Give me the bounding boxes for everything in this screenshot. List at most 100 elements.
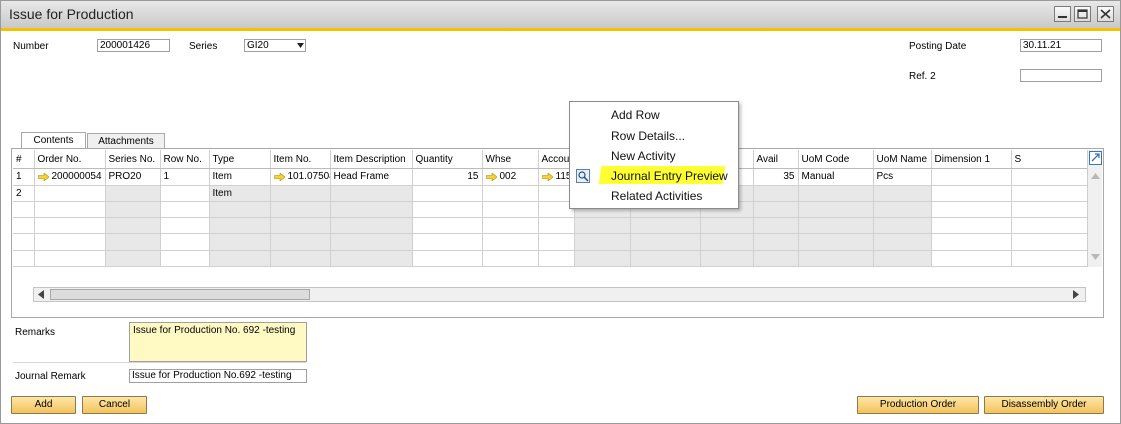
expand-icon[interactable] — [1089, 151, 1102, 165]
ref2-label: Ref. 2 — [909, 71, 936, 82]
vertical-scrollbar[interactable] — [1087, 150, 1102, 267]
link-arrow-icon[interactable] — [541, 172, 553, 181]
col-header[interactable]: S — [1011, 150, 1088, 170]
divider — [13, 362, 306, 363]
uom-code-cell — [798, 185, 874, 202]
dimension1-cell[interactable] — [931, 185, 1012, 202]
scroll-up-icon[interactable] — [1091, 173, 1100, 179]
ref2-field[interactable] — [1020, 69, 1102, 82]
avail-cell — [753, 185, 799, 202]
col-header[interactable]: Type — [209, 150, 271, 170]
table-row[interactable]: 1 200000054 PRO20 1 Item 101.07504 Head … — [13, 168, 1088, 186]
link-arrow-icon[interactable] — [273, 172, 285, 181]
extra-cell[interactable] — [1011, 168, 1088, 186]
col-header[interactable]: Whse — [482, 150, 539, 170]
minimize-icon — [1058, 16, 1067, 18]
maximize-button[interactable] — [1074, 6, 1091, 22]
order-no-value: 200000054 — [51, 171, 102, 183]
whse-cell[interactable] — [482, 185, 539, 202]
item-no-cell[interactable] — [270, 185, 331, 202]
row-number[interactable]: 1 — [13, 168, 35, 186]
col-header[interactable]: Item No. — [270, 150, 331, 170]
number-label: Number — [13, 41, 49, 52]
order-no-cell[interactable] — [34, 185, 106, 202]
menu-item-related-activities[interactable]: Related Activities — [611, 187, 702, 205]
link-arrow-icon[interactable] — [37, 172, 49, 181]
window-title: Issue for Production — [9, 6, 134, 22]
posting-date-label: Posting Date — [909, 41, 967, 52]
series-value: GI20 — [247, 40, 269, 51]
issue-for-production-window: Issue for Production Number 200001426 Se… — [0, 0, 1121, 424]
tab-attachments-label: Attachments — [98, 136, 154, 147]
menu-item-add-row[interactable]: Add Row — [611, 106, 660, 124]
col-header[interactable]: Avail — [753, 150, 799, 170]
item-no-cell[interactable]: 101.07504 — [270, 168, 331, 186]
type-cell: Item — [209, 168, 271, 186]
table-row — [13, 250, 1088, 268]
production-order-button[interactable]: Production Order — [857, 396, 979, 414]
scroll-thumb[interactable] — [50, 289, 310, 300]
chevron-down-icon — [297, 43, 304, 48]
col-header[interactable]: Order No. — [34, 150, 106, 170]
title-bar[interactable]: Issue for Production — [1, 1, 1120, 31]
col-header[interactable]: # — [13, 150, 35, 170]
menu-item-new-activity[interactable]: New Activity — [611, 147, 676, 165]
col-header[interactable]: Quantity — [412, 150, 483, 170]
whse-value: 002 — [499, 171, 517, 183]
add-button[interactable]: Add — [11, 396, 76, 414]
remarks-field[interactable]: Issue for Production No. 692 -testing — [129, 322, 307, 362]
link-arrow-icon[interactable] — [485, 172, 497, 181]
scroll-left-icon[interactable] — [38, 290, 44, 299]
number-field[interactable]: 200001426 — [97, 39, 170, 52]
close-button[interactable] — [1097, 6, 1114, 22]
journal-preview-icon — [576, 169, 590, 183]
journal-remark-label: Journal Remark — [15, 371, 86, 382]
table-row — [13, 233, 1088, 251]
col-header[interactable]: Dimension 1 — [931, 150, 1012, 170]
type-cell: Item — [209, 185, 271, 202]
col-header[interactable]: Series No. — [105, 150, 161, 170]
col-header[interactable]: UoM Name — [873, 150, 932, 170]
tab-attachments[interactable]: Attachments — [87, 133, 165, 149]
minimize-button[interactable] — [1054, 6, 1071, 22]
item-description-cell — [330, 185, 413, 202]
row-no-cell[interactable]: 1 — [160, 168, 210, 186]
menu-item-row-details[interactable]: Row Details... — [611, 127, 685, 145]
tab-contents[interactable]: Contents — [21, 132, 86, 149]
col-header[interactable]: Item Description — [330, 150, 413, 170]
scroll-right-icon[interactable] — [1073, 290, 1079, 299]
disassembly-order-button[interactable]: Disassembly Order — [984, 396, 1104, 414]
scroll-down-icon[interactable] — [1091, 254, 1100, 260]
uom-name-cell: Pcs — [873, 168, 932, 186]
journal-remark-field[interactable]: Issue for Production No.692 -testing — [129, 369, 307, 383]
quantity-cell[interactable]: 15 — [412, 168, 483, 186]
remarks-label: Remarks — [15, 327, 56, 338]
dimension1-cell[interactable] — [931, 168, 1012, 186]
series-no-cell: PRO20 — [105, 168, 161, 186]
item-no-value: 101.07504 — [287, 171, 330, 183]
row-number[interactable]: 2 — [13, 185, 35, 202]
horizontal-scrollbar[interactable] — [33, 287, 1086, 302]
whse-cell[interactable]: 002 — [482, 168, 539, 186]
menu-item-journal-entry-preview[interactable]: Journal Entry Preview — [611, 167, 728, 185]
table-row — [13, 201, 1088, 219]
uom-code-cell: Manual — [798, 168, 874, 186]
item-description-cell: Head Frame — [330, 168, 413, 186]
order-no-cell[interactable]: 200000054 — [34, 168, 106, 186]
context-menu: Add Row Row Details... New Activity Jour… — [569, 101, 739, 209]
series-select[interactable]: GI20 — [244, 39, 306, 52]
tab-contents-label: Contents — [33, 135, 74, 146]
extra-cell[interactable] — [1011, 185, 1088, 202]
grid-header-row: # Order No. Series No. Row No. Type Item… — [13, 150, 1088, 170]
col-header[interactable]: UoM Code — [798, 150, 874, 170]
series-label: Series — [189, 41, 218, 52]
posting-date-field[interactable]: 30.11.21 — [1020, 39, 1102, 52]
row-no-cell[interactable] — [160, 185, 210, 202]
quantity-cell[interactable] — [412, 185, 483, 202]
maximize-icon — [1077, 9, 1088, 19]
items-grid: # Order No. Series No. Row No. Type Item… — [13, 150, 1088, 268]
col-header[interactable]: Row No. — [160, 150, 210, 170]
table-row[interactable]: 2 Item — [13, 185, 1088, 202]
series-no-cell — [105, 185, 161, 202]
cancel-button[interactable]: Cancel — [82, 396, 147, 414]
